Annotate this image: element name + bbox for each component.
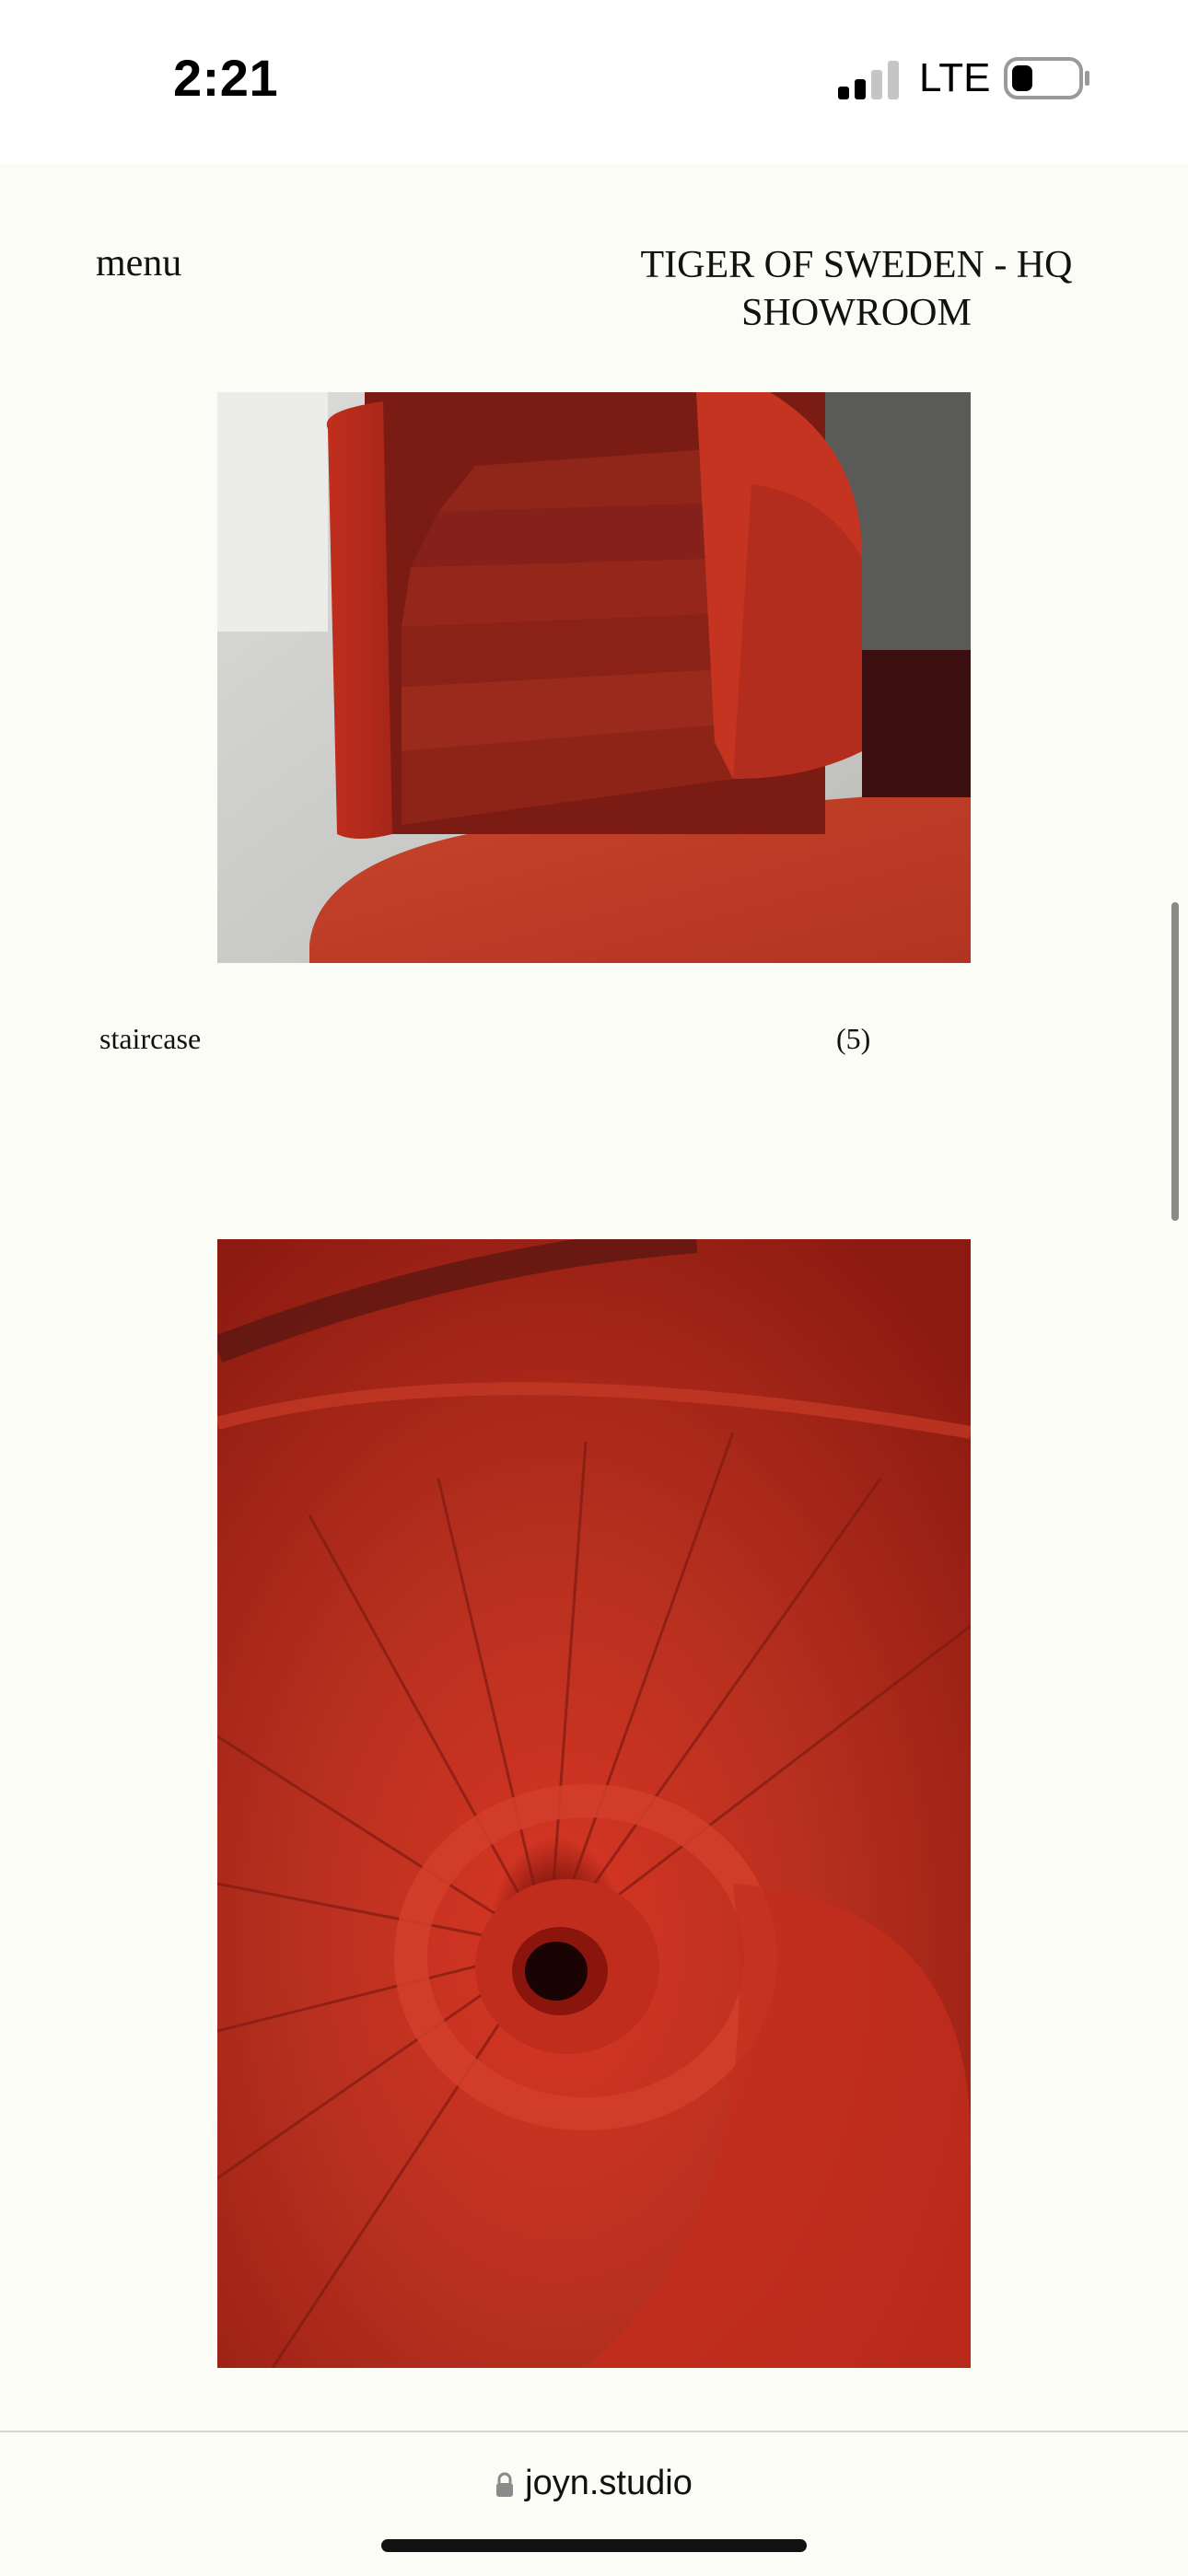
staircase-photo[interactable] — [217, 392, 971, 963]
page-title[interactable]: TIGER OF SWEDEN - HQ SHOWROOM — [608, 241, 1105, 337]
network-label: LTE — [919, 55, 991, 100]
browser-address-bar[interactable] — [0, 2431, 1188, 2576]
menu-button[interactable]: menu — [96, 241, 181, 285]
url-text: joyn.studio — [525, 2464, 693, 2502]
home-indicator[interactable] — [381, 2539, 807, 2552]
status-time: 2:21 — [173, 49, 279, 107]
status-bar: 2:21 LTE — [0, 0, 1188, 164]
staircase-image — [217, 392, 971, 963]
signal-icon — [838, 61, 899, 99]
battery-icon — [1004, 57, 1089, 99]
scrollbar[interactable] — [1171, 902, 1179, 1221]
photo-count: (5) — [836, 1022, 871, 1055]
url-display[interactable]: joyn.studio — [0, 2464, 1188, 2503]
lock-icon — [496, 2472, 514, 2497]
spiral-staircase-photo[interactable] — [217, 1239, 971, 2368]
spiral-staircase-image — [217, 1239, 971, 2368]
photo-caption: staircase — [99, 1022, 202, 1055]
